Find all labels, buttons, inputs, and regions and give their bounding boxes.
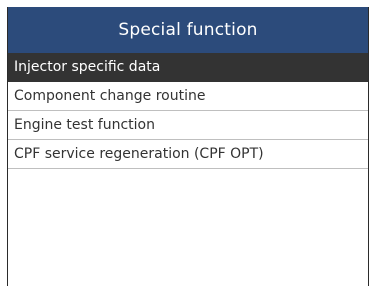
menu-item-label: CPF service regeneration (CPF OPT) [14,146,264,162]
menu-item-label: Component change routine [14,88,206,104]
menu-item-label: Injector specific data [14,59,161,75]
menu-item-engine-test-function[interactable]: Engine test function [8,111,368,140]
menu-item-cpf-service-regeneration[interactable]: CPF service regeneration (CPF OPT) [8,140,368,169]
header-bar: Special function [8,7,368,53]
menu-item-injector-specific-data[interactable]: Injector specific data [8,53,368,82]
function-menu: Injector specific data Component change … [8,53,368,169]
special-function-screen: Special function Injector specific data … [7,7,369,286]
menu-item-label: Engine test function [14,117,155,133]
menu-item-component-change-routine[interactable]: Component change routine [8,82,368,111]
page-title: Special function [118,20,258,40]
